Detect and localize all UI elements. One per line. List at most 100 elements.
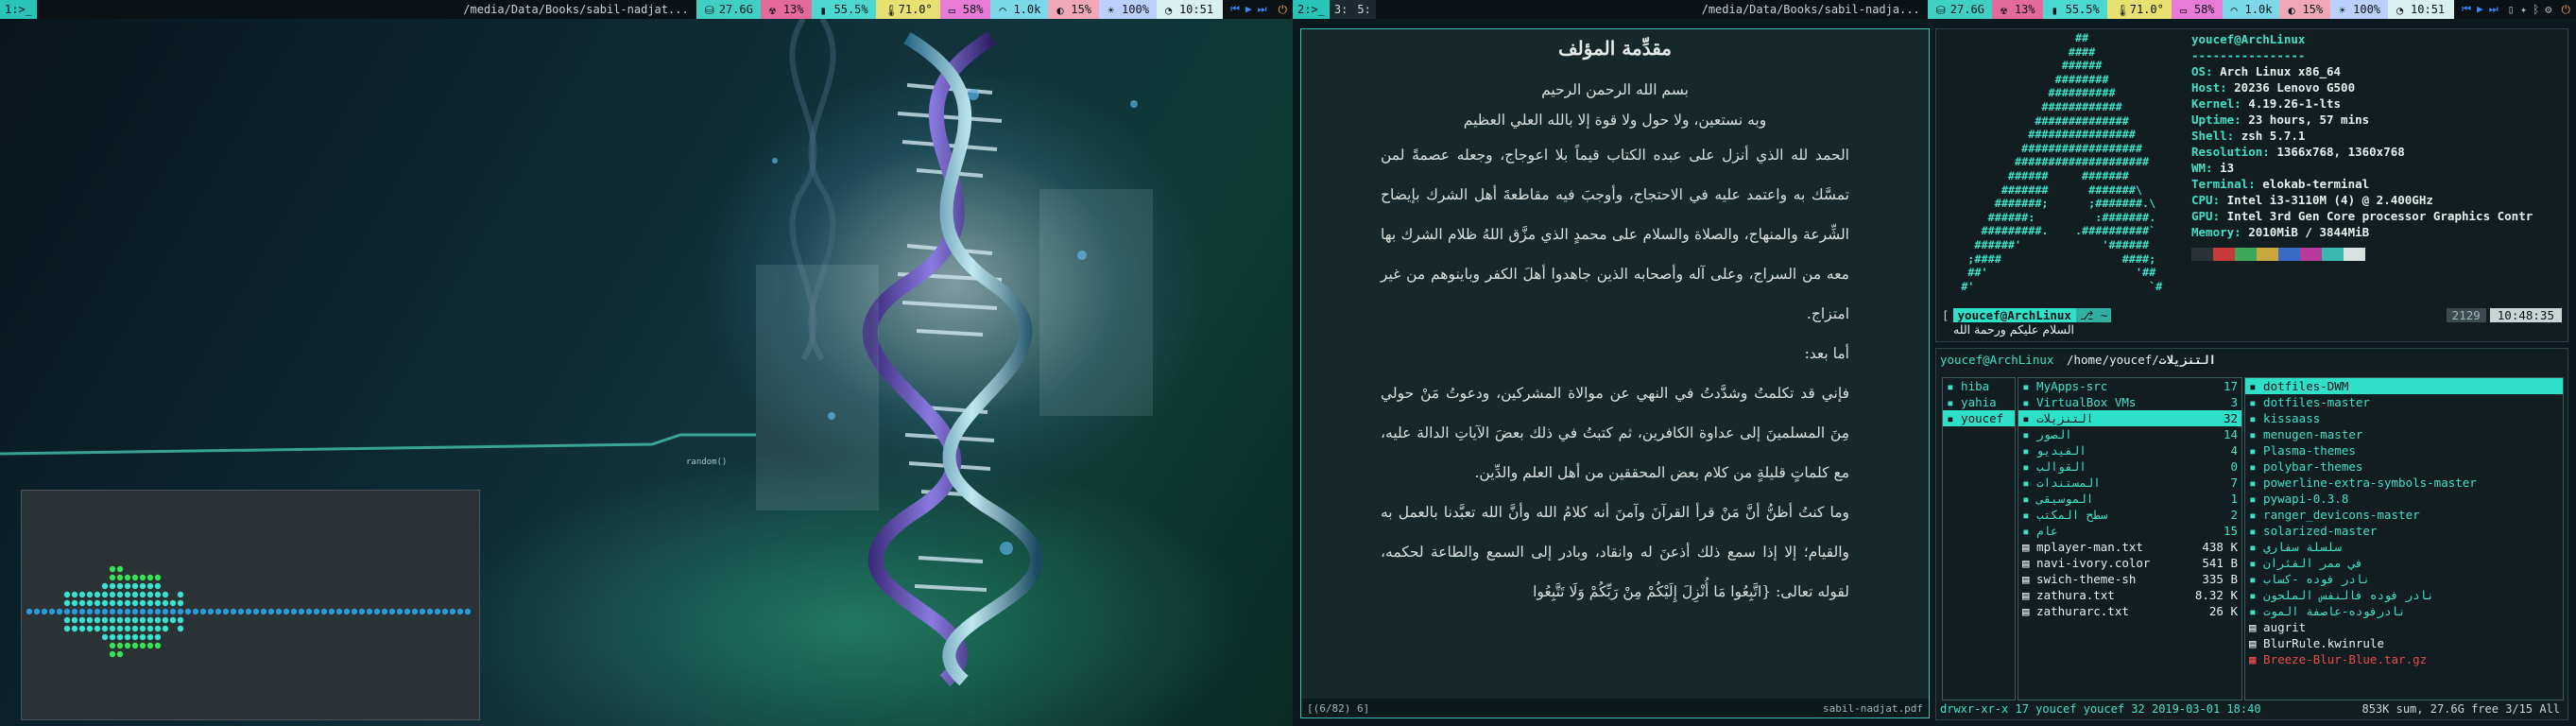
preview-item[interactable]: ▪ menugen-master <box>2245 426 2563 442</box>
folder-item[interactable]: ▪ المستندات 7 <box>2018 475 2241 491</box>
power-icon[interactable]: ⏻ <box>2562 3 2571 17</box>
network-tray-icon[interactable]: ✦ <box>2520 3 2533 16</box>
preview-item[interactable]: ▪ solarized-master <box>2245 523 2563 539</box>
visualizer-dot <box>56 608 63 615</box>
preview-item[interactable]: ▤ augrit <box>2245 619 2563 635</box>
prompt-input[interactable]: السلام عليكم ورحمة الله <box>1953 322 2074 337</box>
visualizer-dot <box>411 608 419 615</box>
prev-icon[interactable]: ⏮ <box>2462 3 2477 15</box>
preview-item[interactable]: ▪ powerline-extra-symbols-master <box>2245 475 2563 491</box>
entry-name: ▪ youcef <box>1947 411 2004 425</box>
preview-item[interactable]: ▪ Plasma-themes <box>2245 442 2563 458</box>
folder-item[interactable]: ▪ التنزيلات 32 <box>2018 410 2241 426</box>
preview-item[interactable]: ▪ kissaass <box>2245 410 2563 426</box>
parent-dir-item[interactable]: ▪ yahia <box>1943 394 2015 410</box>
visualizer-dot <box>169 599 177 607</box>
folder-item[interactable]: ▪ MyApps-src 17 <box>2018 378 2241 394</box>
workspace-5-button[interactable]: 5: <box>1352 0 1376 19</box>
ranger-statusbar: drwxr-xr-x 17 youcef youcef 32 2019-03-0… <box>1940 702 2560 716</box>
file-name: sabil-nadjat.pdf <box>1823 701 1923 715</box>
folder-item[interactable]: ▪ عام 15 <box>2018 523 2241 539</box>
power-icon[interactable]: ⏻ <box>1279 3 1288 17</box>
next-icon[interactable]: ⏭ <box>1258 3 1273 15</box>
visualizer-dot <box>116 650 124 658</box>
file-item[interactable]: ▤ mplayer-man.txt 438 K <box>2018 539 2241 555</box>
preview-item[interactable]: ▪ dotfiles-master <box>2245 394 2563 410</box>
net-segment: ◠ 1.0k <box>990 0 1051 19</box>
preview-item[interactable]: ▦ Breeze-Blur-Blue.tar.gz <box>2245 651 2563 667</box>
folder-item[interactable]: ▪ الفيديو 4 <box>2018 442 2241 458</box>
palette-swatch <box>2235 248 2257 261</box>
preview-item[interactable]: ▪ ranger_devicons-master <box>2245 507 2563 523</box>
info-key: Kernel: <box>2191 96 2249 111</box>
entry-name: ▤ zathura.txt <box>2022 588 2115 602</box>
file-item[interactable]: ▤ zathurarc.txt 26 K <box>2018 603 2241 619</box>
entry-size: 32 <box>2223 411 2238 425</box>
visualizer-dot <box>162 591 169 598</box>
visualizer-dot <box>109 565 116 573</box>
preview-item[interactable]: ▪ polybar-themes <box>2245 458 2563 475</box>
entry-name: ▪ Plasma-themes <box>2249 443 2356 458</box>
visualizer-dot <box>320 608 328 615</box>
workspace-2-button[interactable]: 2:>_ <box>1293 0 1330 19</box>
visualizer-dot <box>124 608 131 615</box>
visualizer-dot <box>154 599 162 607</box>
visualizer-dot <box>86 608 94 615</box>
preview-item[interactable]: ▪ نادرفوده-عاصفة الموت <box>2245 603 2563 619</box>
ranger-file-manager[interactable]: youcef@ArchLinux /home/youcef/التنزيلات … <box>1935 348 2568 720</box>
visualizer-dot <box>252 608 260 615</box>
visualizer-dot <box>116 642 124 649</box>
folder-item[interactable]: ▪ القوالب 0 <box>2018 458 2241 475</box>
bluetooth-tray-icon[interactable]: ᛒ <box>2533 3 2545 16</box>
entry-name: ▤ augrit <box>2249 620 2307 634</box>
file-item[interactable]: ▤ navi-ivory.color 541 B <box>2018 555 2241 571</box>
preview-item[interactable]: ▪ pywapi-0.3.8 <box>2245 491 2563 507</box>
info-row: Memory: 2010MiB / 3844MiB <box>2191 224 2533 240</box>
workspace-button[interactable]: 1:>_ <box>0 0 37 19</box>
entry-name: ▪ yahia <box>1947 395 1997 409</box>
battery-tray-icon[interactable]: ▯ <box>2508 3 2520 16</box>
workspace-3-button[interactable]: 3: <box>1329 0 1353 19</box>
entry-name: ▪ المستندات <box>2022 475 2101 490</box>
prev-icon[interactable]: ⏮ <box>1230 3 1245 15</box>
parent-directory-column[interactable]: ▪ hiba ▪ yahia ▪ youcef <box>1942 377 2016 700</box>
folder-item[interactable]: ▪ سطح المكتب 2 <box>2018 507 2241 523</box>
palette-swatch <box>2344 248 2365 261</box>
folder-item[interactable]: ▪ الصور 14 <box>2018 426 2241 442</box>
battery-icon: ▭ <box>2179 4 2188 17</box>
parent-dir-item[interactable]: ▪ hiba <box>1943 378 2015 394</box>
next-icon[interactable]: ⏭ <box>2489 3 2504 15</box>
folder-item[interactable]: ▪ VirtualBox VMs 3 <box>2018 394 2241 410</box>
preview-item[interactable]: ▪ نادر فوده فالنفس الملحون <box>2245 587 2563 603</box>
visualizer-dot <box>71 608 78 615</box>
settings-tray-icon[interactable]: ⚙ <box>2545 3 2557 16</box>
folder-item[interactable]: ▪ الموسيقى 1 <box>2018 491 2241 507</box>
preview-item[interactable]: ▪ في ممر الفئران <box>2245 555 2563 571</box>
play-icon[interactable]: ▶ <box>1245 3 1258 15</box>
visualizer-dot <box>94 616 101 624</box>
file-item[interactable]: ▤ swich-theme-sh 335 B <box>2018 571 2241 587</box>
parent-dir-item[interactable]: ▪ youcef <box>1943 410 2015 426</box>
clock-icon: ◔ <box>1164 4 1173 17</box>
preview-item[interactable]: ▪ سلسلة سفاري <box>2245 539 2563 555</box>
preview-column[interactable]: ▪ dotfiles-DWM ▪ dotfiles-master ▪ kissaas… <box>2244 377 2564 700</box>
basmala-line: بسم الله الرحمن الرحيم <box>1541 81 1689 98</box>
cpu-icon: ☢ <box>2000 4 2008 17</box>
info-value: Arch Linux x86_64 <box>2220 64 2342 78</box>
file-item[interactable]: ▤ zathura.txt 8.32 K <box>2018 587 2241 603</box>
neofetch-terminal[interactable]: ## #### ###### ######## ########## #####… <box>1935 28 2568 342</box>
pdf-viewer-window[interactable]: مقدِّمة المؤلف بسم الله الرحمن الرحيم وب… <box>1300 28 1930 718</box>
entry-size: 15 <box>2223 524 2238 538</box>
visualizer-dot <box>154 591 162 598</box>
info-value: Intel 3rd Gen Core processor Graphics Co… <box>2226 209 2533 223</box>
entry-name: ▤ BlurRule.kwinrule <box>2249 636 2384 650</box>
preview-item[interactable]: ▤ BlurRule.kwinrule <box>2245 635 2563 651</box>
info-key: Host: <box>2191 80 2235 95</box>
current-directory-column[interactable]: ▪ MyApps-src 17 ▪ VirtualBox VMs 3 ▪ التنزيل… <box>2018 377 2242 700</box>
visualizer-dot <box>101 616 109 624</box>
preview-item[interactable]: ▪ نادر فوده -كساب <box>2245 571 2563 587</box>
entry-name: ▤ swich-theme-sh <box>2022 572 2137 586</box>
preview-item[interactable]: ▪ dotfiles-DWM <box>2245 378 2563 394</box>
visualizer-dot <box>139 633 146 641</box>
play-icon[interactable]: ▶ <box>2477 3 2489 15</box>
